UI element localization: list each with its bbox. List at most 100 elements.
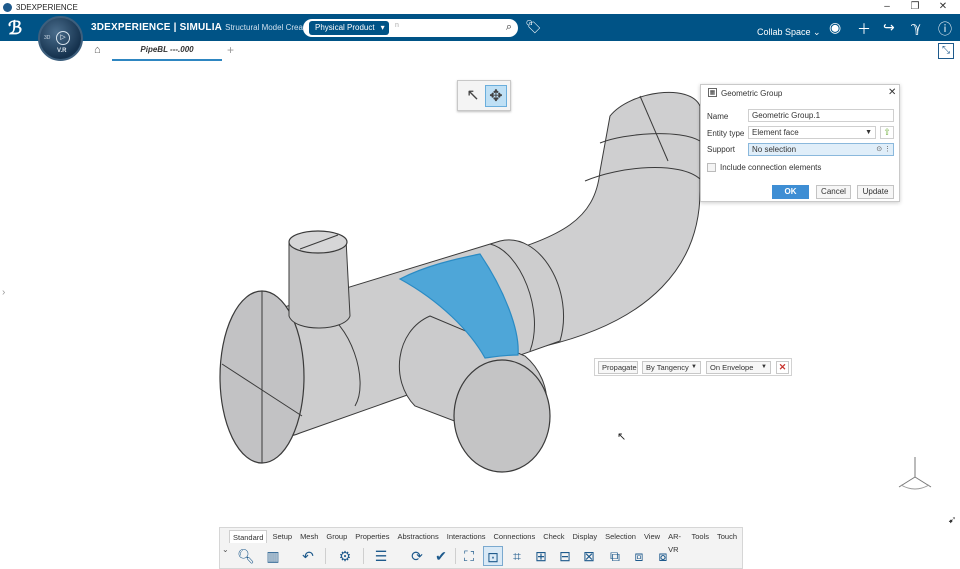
ok-button[interactable]: OK	[772, 185, 809, 199]
home-icon[interactable]: ⌂	[94, 44, 101, 56]
cancel-button[interactable]: Cancel	[816, 185, 851, 199]
tab-ar-vr[interactable]: AR-VR	[665, 530, 686, 554]
tab-display[interactable]: Display	[569, 530, 600, 543]
geometric-group-dialog: ▦ Geometric Group ✕ Name Geometric Group…	[700, 84, 900, 202]
brand-title: 3DEXPERIENCE | SIMULIA Structural Model C…	[91, 22, 310, 33]
tab-pipebl[interactable]: PipeBL ---.000	[112, 41, 222, 61]
add-tab-button[interactable]: +	[227, 43, 234, 57]
search-box[interactable]: Physical Product n ⌕	[303, 19, 518, 37]
select-group-icon[interactable]: ⊡	[483, 546, 503, 566]
book-icon[interactable]: ▥	[263, 546, 283, 566]
entity-type-select[interactable]: Element face ▼	[748, 126, 876, 139]
compass-widget[interactable]: 3D ▷ V.R	[38, 16, 83, 61]
chevron-down-icon: ▼	[691, 364, 697, 370]
add-icon[interactable]: ＋	[857, 19, 871, 39]
user-icon[interactable]: ◉	[829, 19, 841, 36]
fit-all-icon[interactable]: ⛶	[459, 546, 479, 566]
tab-mesh[interactable]: Mesh	[297, 530, 321, 543]
name-field[interactable]: Geometric Group.1	[748, 109, 894, 122]
app-logo-icon	[3, 2, 12, 12]
zoom-icon[interactable]: 🔍︎	[236, 546, 256, 566]
frame-icon[interactable]: ⌗	[507, 546, 527, 566]
help-icon[interactable]: ⓘ	[938, 19, 952, 39]
select-arrow-icon[interactable]: ↖	[462, 85, 484, 107]
undo-icon[interactable]: ↶	[298, 546, 318, 566]
tab-group[interactable]: Group	[323, 530, 350, 543]
propagate-button[interactable]: Propagate	[598, 361, 638, 374]
tab-touch[interactable]: Touch	[714, 530, 740, 543]
app-topbar: ℬ 3DEXPERIENCE | SIMULIA Structural Model…	[0, 14, 960, 41]
name-label: Name	[707, 112, 729, 121]
tab-view[interactable]: View	[641, 530, 663, 543]
frame-mesh-icon[interactable]: ⊠	[579, 546, 599, 566]
group-edit-icon[interactable]: ⧉	[605, 546, 625, 566]
tab-interactions[interactable]: Interactions	[444, 530, 489, 543]
envelope-select[interactable]: On Envelope ▼	[706, 361, 771, 374]
chevron-down-icon: ▼	[865, 129, 872, 136]
collab-space-label: Collab Space	[757, 27, 811, 37]
support-options-icon[interactable]: ⊙ ⋮	[876, 144, 891, 156]
search-input[interactable]: n	[395, 22, 399, 29]
share-icon[interactable]: ↪	[883, 19, 895, 36]
support-value: No selection	[752, 145, 797, 154]
tab-setup[interactable]: Setup	[269, 530, 295, 543]
tab-abstractions[interactable]: Abstractions	[394, 530, 441, 543]
close-icon[interactable]: ✕	[888, 87, 896, 98]
tab-standard[interactable]: Standard	[229, 530, 268, 543]
search-scope-dropdown[interactable]: Physical Product	[309, 21, 389, 35]
tab-properties[interactable]: Properties	[352, 530, 392, 543]
compass-label: 3D	[44, 35, 51, 41]
pick-arrow-icon[interactable]: ⇧	[880, 126, 894, 139]
group-face-icon[interactable]: ⧈	[629, 546, 649, 566]
support-label: Support	[707, 145, 736, 154]
tab-tools[interactable]: Tools	[688, 530, 712, 543]
dialog-title: Geometric Group	[721, 89, 783, 98]
include-connection-label: Include connection elements	[720, 163, 822, 172]
ds-logo-icon[interactable]: ℬ	[8, 18, 30, 39]
frame-select-icon[interactable]: ⊞	[531, 546, 551, 566]
chevron-down-icon: ▼	[761, 364, 767, 370]
corner-arrow-icon[interactable]: ➹	[948, 515, 956, 526]
app-window: 3DEXPERIENCE – ❐ ✕ ℬ 3DEXPERIENCE | SIMU…	[0, 0, 960, 569]
update-button[interactable]: Update	[857, 185, 894, 199]
frame-move-icon[interactable]: ⊟	[555, 546, 575, 566]
table-icon[interactable]: ☰	[371, 546, 391, 566]
tag-icon[interactable]: 🏷︎	[525, 19, 542, 35]
tab-check[interactable]: Check	[540, 530, 567, 543]
tools-icon[interactable]: ℽ	[911, 19, 921, 36]
group-tool-icon[interactable]: ⚙	[335, 546, 355, 566]
toolbar-separator	[325, 548, 326, 564]
dialog-icon: ▦	[708, 88, 717, 97]
tangency-value: By Tangency	[646, 363, 689, 372]
app-name: Structural Model Crea...	[225, 23, 310, 32]
collab-space-dropdown[interactable]: Collab Space ⌄	[757, 27, 821, 38]
compass-version: V.R	[57, 48, 67, 54]
include-connection-checkbox[interactable]	[707, 163, 716, 172]
group-node-icon[interactable]: ⧇	[653, 546, 673, 566]
close-icon[interactable]: ✕	[776, 361, 789, 374]
tab-connections[interactable]: Connections	[491, 530, 539, 543]
close-window-button[interactable]: ✕	[929, 0, 957, 14]
entity-type-label: Entity type	[707, 129, 745, 138]
tab-selection[interactable]: Selection	[602, 530, 639, 543]
minimize-button[interactable]: –	[873, 0, 901, 14]
toolbar-separator	[455, 548, 456, 564]
maximize-button[interactable]: ❐	[901, 0, 929, 14]
refresh-icon[interactable]: ⟳	[407, 546, 427, 566]
support-field[interactable]: No selection ⊙ ⋮	[748, 143, 894, 156]
envelope-value: On Envelope	[710, 363, 754, 372]
expand-icon[interactable]: ⌄	[222, 545, 229, 554]
play-icon[interactable]: ▷	[56, 31, 70, 45]
dialog-header[interactable]: ▦ Geometric Group ✕	[701, 85, 899, 101]
axis-triad-icon[interactable]	[895, 455, 935, 495]
document-tabbar: ⌂ PipeBL ---.000 +	[0, 41, 960, 61]
branch-end-cap	[453, 359, 551, 473]
tangency-select[interactable]: By Tangency ▼	[642, 361, 701, 374]
search-icon[interactable]: ⌕	[506, 21, 512, 34]
check-icon[interactable]: ✔	[431, 546, 451, 566]
restore-icon[interactable]: ⤡	[938, 43, 954, 59]
entity-type-value: Element face	[752, 128, 799, 137]
select-move-icon[interactable]: ✥	[485, 85, 507, 107]
os-title: 3DEXPERIENCE	[16, 2, 78, 12]
selection-toolbar: ↖ ✥	[457, 80, 511, 111]
